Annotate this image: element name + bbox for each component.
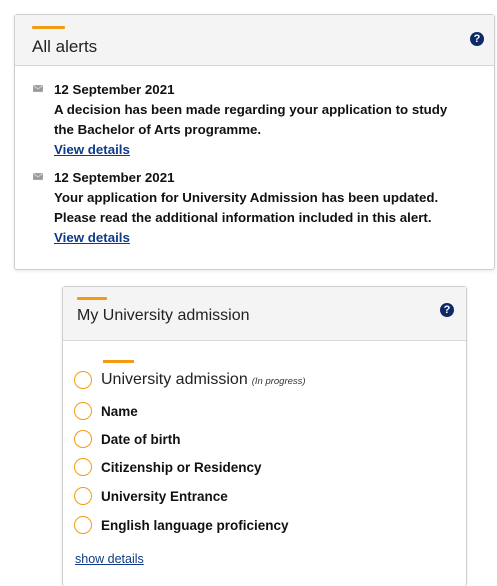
alert-message-line: Your application for University Admissio…: [54, 190, 439, 205]
alerts-panel-header: All alerts ?: [15, 15, 494, 66]
view-details-link[interactable]: View details: [54, 142, 130, 157]
alerts-panel: All alerts ? 12 September 2021 A decisio…: [14, 14, 495, 270]
status-circle-icon: [74, 516, 92, 534]
alert-text: 12 September 2021 Your application for U…: [54, 168, 490, 248]
step-accent-bar: [103, 360, 134, 363]
step-label: University Entrance: [101, 488, 228, 504]
step-label: Name: [101, 403, 138, 419]
step-label: University admission (In progress): [101, 371, 306, 388]
step-university-entrance: University Entrance: [74, 485, 228, 507]
view-details-link[interactable]: View details: [54, 230, 130, 245]
status-circle-icon: [74, 402, 92, 420]
status-circle-icon: [74, 430, 92, 448]
status-circle-icon: [74, 487, 92, 505]
admission-panel-title: My University admission: [77, 307, 250, 324]
status-circle-icon: [74, 458, 92, 476]
help-icon[interactable]: ?: [470, 32, 484, 46]
step-name: Name: [74, 400, 138, 422]
help-icon[interactable]: ?: [440, 303, 454, 317]
status-circle-icon: [74, 371, 92, 389]
envelope-icon: [33, 85, 43, 92]
envelope-icon: [33, 173, 43, 180]
alert-date: 12 September 2021: [54, 82, 175, 97]
step-date-of-birth: Date of birth: [74, 428, 181, 450]
alert-message-line: the Bachelor of Arts programme.: [54, 122, 262, 137]
step-english-proficiency: English language proficiency: [74, 514, 289, 536]
status-note: (In progress): [251, 376, 306, 387]
step-citizenship: Citizenship or Residency: [74, 456, 262, 478]
alert-message-line: A decision has been made regarding your …: [54, 102, 448, 117]
alert-text: 12 September 2021 A decision has been ma…: [54, 80, 490, 160]
accent-bar: [32, 26, 65, 29]
alert-date: 12 September 2021: [54, 170, 175, 185]
alerts-panel-title: All alerts: [32, 37, 98, 56]
step-university-admission: University admission (In progress): [74, 369, 306, 391]
alert-message-line: Please read the additional information i…: [54, 210, 432, 225]
admission-panel: My University admission ? University adm…: [62, 286, 467, 586]
step-label: English language proficiency: [101, 517, 289, 533]
show-details-link[interactable]: show details: [75, 552, 144, 566]
admission-panel-header: My University admission ?: [63, 287, 466, 341]
accent-bar: [77, 297, 107, 300]
step-label: Date of birth: [101, 431, 181, 447]
step-label: Citizenship or Residency: [101, 459, 262, 475]
